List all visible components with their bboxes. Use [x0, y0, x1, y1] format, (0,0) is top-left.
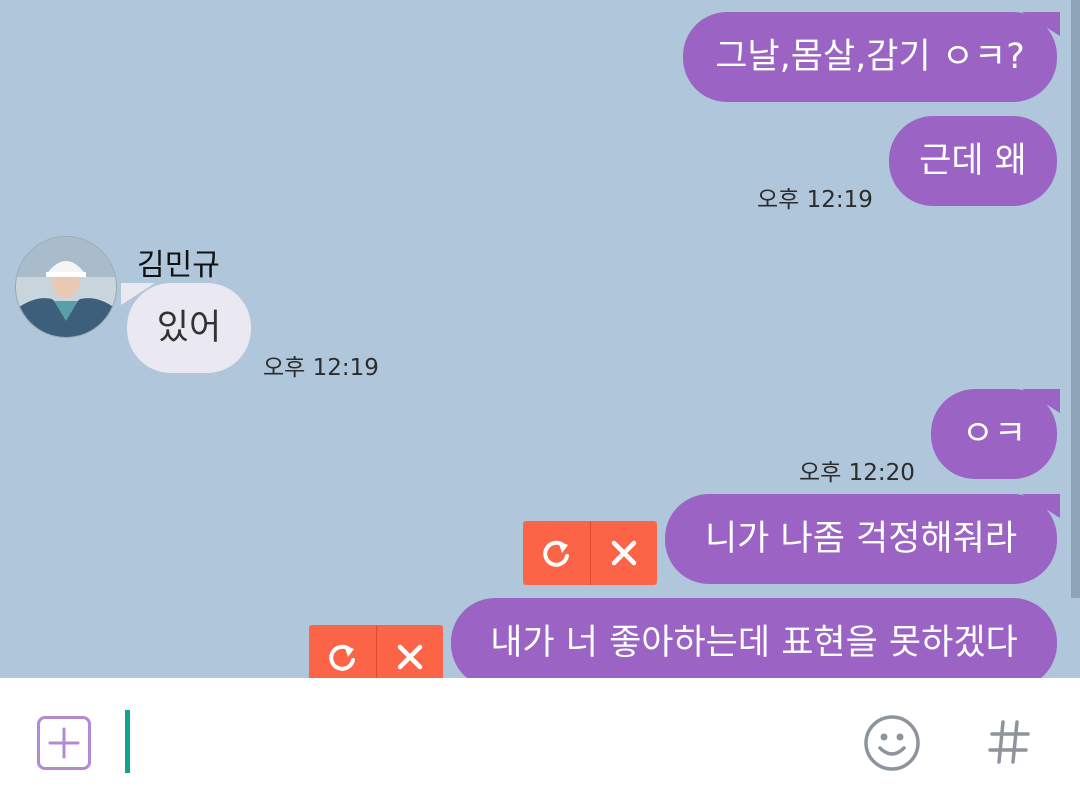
delete-button[interactable] [377, 625, 444, 678]
message-timestamp: 오후 12:20 [799, 460, 915, 486]
attach-button[interactable] [37, 716, 91, 770]
message-timestamp: 오후 12:19 [757, 187, 873, 213]
retry-icon [543, 540, 570, 567]
scrollbar[interactable] [1071, 0, 1080, 598]
message-bubble-outgoing[interactable]: 근데 왜 [889, 116, 1057, 206]
failed-message-actions [309, 625, 443, 678]
hashtag-button[interactable] [986, 712, 1032, 772]
hash-icon [988, 720, 1030, 764]
message-bubble-outgoing[interactable]: 그날,몸살,감기 ㅇㅋ? [683, 12, 1060, 102]
message-text: 니가 나좀 걱정해줘라 [704, 518, 1018, 559]
resend-button[interactable] [523, 521, 590, 585]
message-bubble-outgoing[interactable]: ㅇㅋ [931, 389, 1060, 479]
message-text: 내가 너 좋아하는데 표현을 못하겠다 [490, 622, 1018, 663]
message-bubble-incoming[interactable]: 있어 [121, 283, 251, 373]
resend-button[interactable] [309, 625, 376, 678]
retry-icon [329, 644, 356, 671]
chat-area[interactable]: 그날,몸살,감기 ㅇㅋ? 근데 왜 오후 12:19 김민규 있어 오후 12:… [0, 0, 1080, 678]
message-text: 있어 [156, 307, 222, 348]
close-icon [611, 540, 636, 566]
message-text: 근데 왜 [919, 140, 1027, 181]
message-timestamp: 오후 12:19 [263, 355, 379, 381]
contact-avatar[interactable] [15, 236, 117, 338]
sender-name: 김민규 [137, 248, 220, 283]
close-icon [397, 644, 422, 670]
failed-message-actions [523, 521, 657, 585]
plus-icon [48, 727, 80, 759]
message-bubble-outgoing[interactable]: 내가 너 좋아하는데 표현을 못하겠다 [451, 598, 1057, 678]
emoji-icon [864, 715, 920, 771]
message-text: ㅇㅋ [961, 413, 1027, 454]
message-text: 그날,몸살,감기 ㅇㅋ? [715, 36, 1025, 77]
delete-button[interactable] [591, 521, 658, 585]
message-input[interactable] [140, 705, 824, 777]
message-bubble-outgoing[interactable]: 니가 나좀 걱정해줘라 [665, 494, 1060, 584]
avatar-photo [16, 237, 116, 337]
text-cursor [125, 710, 130, 773]
emoji-button[interactable] [862, 713, 922, 773]
